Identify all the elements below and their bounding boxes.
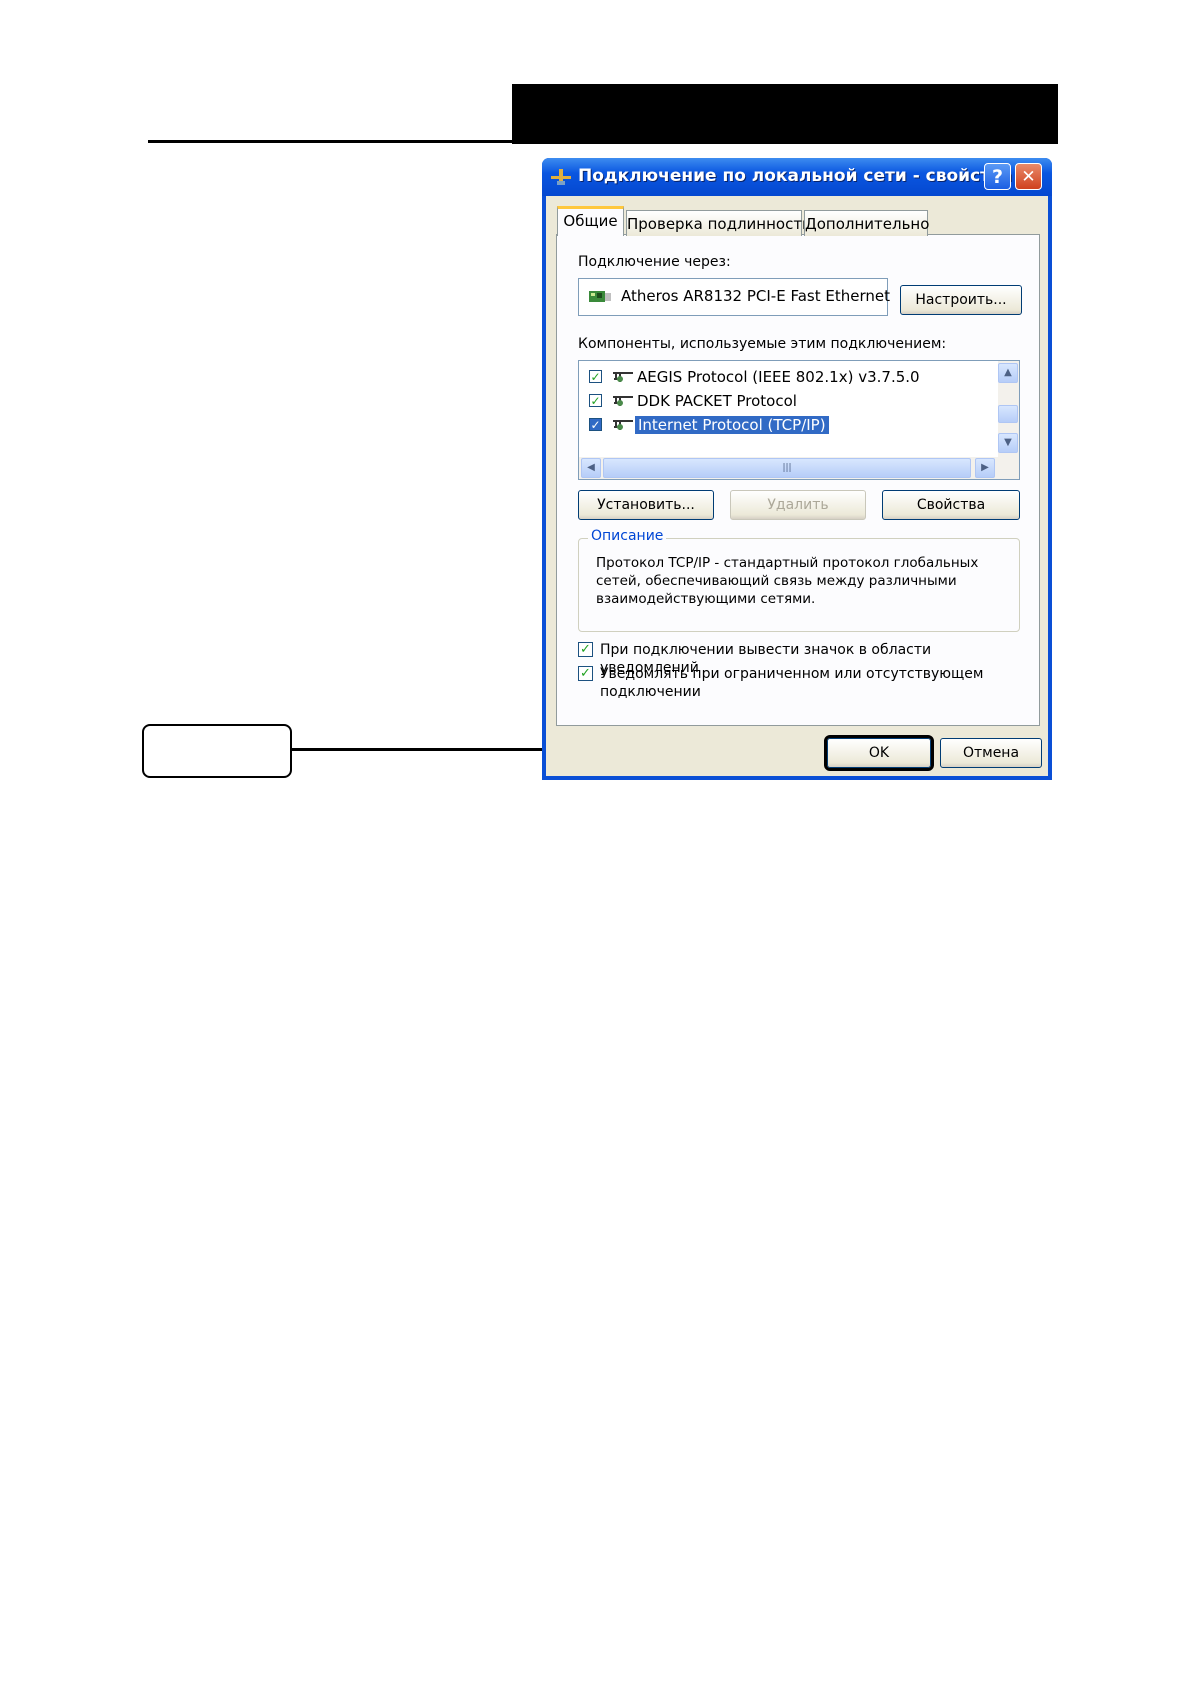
components-label: Компоненты, используемые этим подключени… <box>578 336 947 352</box>
horizontal-scrollbar[interactable]: ◀ ||| ▶ <box>579 457 1019 479</box>
component-label: AEGIS Protocol (IEEE 802.1x) v3.7.5.0 <box>637 368 920 386</box>
list-item[interactable]: ✓ DDK PACKET Protocol <box>589 391 989 413</box>
scroll-right-icon[interactable]: ▶ <box>975 458 995 478</box>
component-checkbox[interactable]: ✓ <box>589 418 602 431</box>
install-button[interactable]: Установить... <box>578 490 714 520</box>
description-title: Описание <box>588 528 667 544</box>
window-title: Подключение по локальной сети - свойства <box>578 166 1013 186</box>
notify-limited-option[interactable]: ✓ Уведомлять при ограниченном или отсутс… <box>578 665 1018 703</box>
components-list[interactable]: ✓ AEGIS Protocol (IEEE 802.1x) v3.7.5.0 … <box>578 360 1020 480</box>
protocol-icon <box>613 372 633 382</box>
vertical-scrollbar[interactable]: ▲ ▼ <box>998 361 1019 457</box>
configure-button[interactable]: Настроить... <box>900 285 1022 315</box>
header-bar <box>512 84 1058 144</box>
properties-button[interactable]: Свойства <box>882 490 1020 520</box>
connect-via-label: Подключение через: <box>578 254 731 270</box>
ok-button[interactable]: OK <box>824 735 934 771</box>
scroll-thumb[interactable] <box>998 405 1018 423</box>
scroll-thumb-horizontal[interactable]: ||| <box>603 458 971 478</box>
list-item[interactable]: ✓ Internet Protocol (TCP/IP) <box>589 415 989 437</box>
close-button[interactable]: ✕ <box>1015 163 1042 190</box>
header-rule <box>148 140 1058 143</box>
scroll-up-icon[interactable]: ▲ <box>998 363 1018 383</box>
window-frame-bottom <box>542 776 1052 780</box>
cancel-button[interactable]: Отмена <box>940 738 1042 768</box>
description-text: Протокол TCP/IP - стандартный протокол г… <box>596 555 979 607</box>
scroll-left-icon[interactable]: ◀ <box>581 458 601 478</box>
component-checkbox[interactable]: ✓ <box>589 394 602 407</box>
show-tray-icon-checkbox[interactable]: ✓ <box>578 642 593 657</box>
network-connection-icon <box>551 169 571 185</box>
adapter-name: Atheros AR8132 PCI-E Fast Ethernet <box>621 287 890 305</box>
tab-general[interactable]: Общие <box>557 206 624 236</box>
network-card-icon <box>589 291 611 302</box>
list-item[interactable]: ✓ AEGIS Protocol (IEEE 802.1x) v3.7.5.0 <box>589 367 989 389</box>
notify-limited-label: Уведомлять при ограниченном или отсутств… <box>600 666 984 700</box>
scroll-down-icon[interactable]: ▼ <box>998 433 1018 453</box>
callout-box <box>142 724 292 778</box>
tab-authentication[interactable]: Проверка подлинности <box>626 210 812 236</box>
title-bar[interactable]: Подключение по локальной сети - свойства… <box>542 158 1052 196</box>
remove-button[interactable]: Удалить <box>730 490 866 520</box>
protocol-icon <box>613 396 633 406</box>
show-tray-icon-option[interactable]: ✓ При подключении вывести значок в облас… <box>578 641 1018 676</box>
adapter-field: Atheros AR8132 PCI-E Fast Ethernet <box>578 278 890 316</box>
help-button[interactable]: ? <box>984 163 1011 190</box>
component-label-selected: Internet Protocol (TCP/IP) <box>634 415 830 435</box>
component-label: DDK PACKET Protocol <box>637 392 797 410</box>
tab-advanced[interactable]: Дополнительно <box>804 210 929 236</box>
protocol-icon <box>613 420 633 430</box>
component-checkbox[interactable]: ✓ <box>589 370 602 383</box>
notify-limited-checkbox[interactable]: ✓ <box>578 666 593 681</box>
